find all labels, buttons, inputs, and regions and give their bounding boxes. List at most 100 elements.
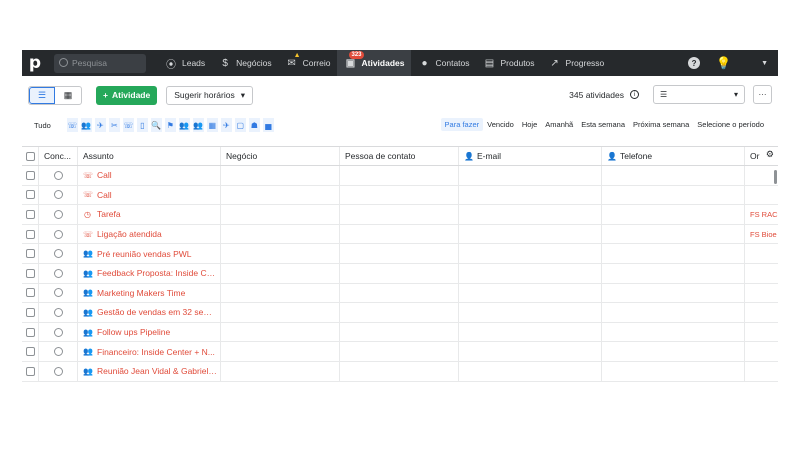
deal-cell[interactable]: [221, 283, 340, 303]
activity-type-icon[interactable]: 👥: [80, 118, 92, 132]
person-cell[interactable]: [340, 342, 459, 361]
deal-cell[interactable]: [221, 185, 340, 205]
phone-cell[interactable]: [602, 185, 745, 205]
activity-type-icon[interactable]: ⚑: [164, 118, 176, 132]
subject-link[interactable]: Call: [97, 170, 112, 180]
person-cell[interactable]: [340, 224, 459, 244]
activity-type-icon[interactable]: ▯: [136, 118, 148, 132]
phone-cell[interactable]: [602, 205, 745, 224]
phone-cell[interactable]: [602, 166, 745, 185]
nav-item-negcios[interactable]: $ Negócios: [212, 50, 278, 76]
subject-cell[interactable]: ☏ Ligação atendida: [78, 224, 221, 244]
org-cell[interactable]: FS Bioe: [745, 225, 778, 244]
org-cell[interactable]: [745, 303, 778, 322]
mark-done-toggle[interactable]: [39, 322, 78, 342]
email-cell[interactable]: [459, 166, 602, 185]
row-checkbox[interactable]: [22, 303, 39, 322]
header-person[interactable]: Pessoa de contato: [340, 147, 459, 165]
deal-cell[interactable]: [221, 205, 340, 224]
deal-cell[interactable]: [221, 166, 340, 185]
lightbulb-icon[interactable]: 💡: [716, 56, 731, 70]
subject-cell[interactable]: ☏ Call: [78, 185, 221, 205]
row-checkbox[interactable]: [22, 224, 39, 244]
nav-item-atividades[interactable]: ▣ 323 Atividades: [337, 50, 412, 76]
suggest-times-button[interactable]: Sugerir horários ▾: [166, 85, 253, 105]
table-row[interactable]: 👥 Marketing Makers Time: [22, 283, 778, 304]
person-cell[interactable]: [340, 361, 459, 381]
person-cell[interactable]: [340, 322, 459, 342]
person-cell[interactable]: [340, 205, 459, 224]
period-filter[interactable]: Para fazer: [440, 118, 484, 131]
mark-done-toggle[interactable]: [39, 283, 78, 303]
subject-cell[interactable]: 👥 Financeiro: Inside Center + N...: [78, 342, 221, 361]
subject-link[interactable]: Gestão de vendas em 32 sem...: [97, 307, 217, 317]
phone-cell[interactable]: [602, 224, 745, 244]
nav-item-correio[interactable]: ✉ ▲ Correio: [279, 50, 338, 76]
subject-cell[interactable]: 👥 Reunião Jean Vidal & Gabriel ...: [78, 361, 221, 381]
period-filter[interactable]: Amanhã: [541, 118, 577, 131]
chevron-down-icon[interactable]: ▼: [761, 60, 768, 67]
mark-done-toggle[interactable]: [39, 205, 78, 224]
row-checkbox[interactable]: [22, 322, 39, 342]
activity-type-icon[interactable]: 👥: [192, 118, 204, 132]
mark-done-toggle[interactable]: [39, 185, 78, 205]
table-row[interactable]: ☏ Call: [22, 166, 778, 186]
phone-cell[interactable]: [602, 303, 745, 322]
activity-type-icon[interactable]: ☏: [66, 118, 78, 132]
org-cell[interactable]: [745, 362, 778, 381]
list-view-icon[interactable]: ☰: [29, 86, 55, 104]
email-cell[interactable]: [459, 224, 602, 244]
person-cell[interactable]: [340, 303, 459, 322]
deal-cell[interactable]: [221, 322, 340, 342]
add-activity-button[interactable]: + Atividade: [96, 85, 158, 105]
phone-cell[interactable]: [602, 283, 745, 303]
row-checkbox[interactable]: [22, 361, 39, 381]
row-checkbox[interactable]: [22, 263, 39, 283]
org-cell[interactable]: [745, 284, 778, 303]
person-cell[interactable]: [340, 185, 459, 205]
activity-type-icon[interactable]: 👥: [178, 118, 190, 132]
subject-link[interactable]: Ligação atendida: [97, 229, 162, 239]
select-all-checkbox[interactable]: [22, 147, 39, 165]
filter-all[interactable]: Tudo: [34, 121, 51, 130]
row-checkbox[interactable]: [22, 342, 39, 361]
header-phone[interactable]: 👤 Telefone: [602, 147, 745, 165]
subject-link[interactable]: Tarefa: [97, 209, 121, 219]
phone-cell[interactable]: [602, 361, 745, 381]
table-row[interactable]: 👥 Pré reunião vendas PWL: [22, 244, 778, 264]
row-checkbox[interactable]: [22, 166, 39, 185]
subject-link[interactable]: Call: [97, 190, 112, 200]
mark-done-toggle[interactable]: [39, 303, 78, 322]
subject-link[interactable]: Feedback Proposta: Inside Ce...: [97, 268, 217, 278]
email-cell[interactable]: [459, 283, 602, 303]
org-cell[interactable]: FS RACI: [745, 205, 778, 224]
email-cell[interactable]: [459, 342, 602, 361]
row-checkbox[interactable]: [22, 185, 39, 205]
org-cell[interactable]: [745, 323, 778, 342]
subject-cell[interactable]: 👥 Follow ups Pipeline: [78, 322, 221, 342]
subject-link[interactable]: Reunião Jean Vidal & Gabriel ...: [97, 366, 217, 376]
mark-done-toggle[interactable]: [39, 224, 78, 244]
row-checkbox[interactable]: [22, 205, 39, 224]
person-cell[interactable]: [340, 244, 459, 263]
activity-type-icon[interactable]: ✈: [94, 118, 106, 132]
subject-cell[interactable]: 👥 Feedback Proposta: Inside Ce...: [78, 263, 221, 283]
help-icon[interactable]: ?: [688, 57, 701, 69]
mark-done-toggle[interactable]: [39, 263, 78, 283]
deal-cell[interactable]: [221, 263, 340, 283]
header-deal[interactable]: Negócio: [221, 147, 340, 165]
nav-item-leads[interactable]: ⦿ Leads: [158, 50, 212, 76]
email-cell[interactable]: [459, 303, 602, 322]
table-row[interactable]: ◷ Tarefa FS RACI: [22, 205, 778, 225]
table-row[interactable]: 👥 Follow ups Pipeline: [22, 322, 778, 343]
activity-type-icon[interactable]: ▅: [262, 118, 274, 132]
activity-type-icon[interactable]: ✈: [220, 118, 232, 132]
table-row[interactable]: 👥 Reunião Jean Vidal & Gabriel ...: [22, 361, 778, 382]
activity-type-icon[interactable]: ☏: [122, 118, 134, 132]
row-checkbox[interactable]: [22, 283, 39, 303]
subject-link[interactable]: Pré reunião vendas PWL: [97, 249, 192, 259]
phone-cell[interactable]: [602, 244, 745, 263]
person-cell[interactable]: [340, 283, 459, 303]
deal-cell[interactable]: [221, 361, 340, 381]
org-link[interactable]: FS RACI: [750, 210, 778, 219]
